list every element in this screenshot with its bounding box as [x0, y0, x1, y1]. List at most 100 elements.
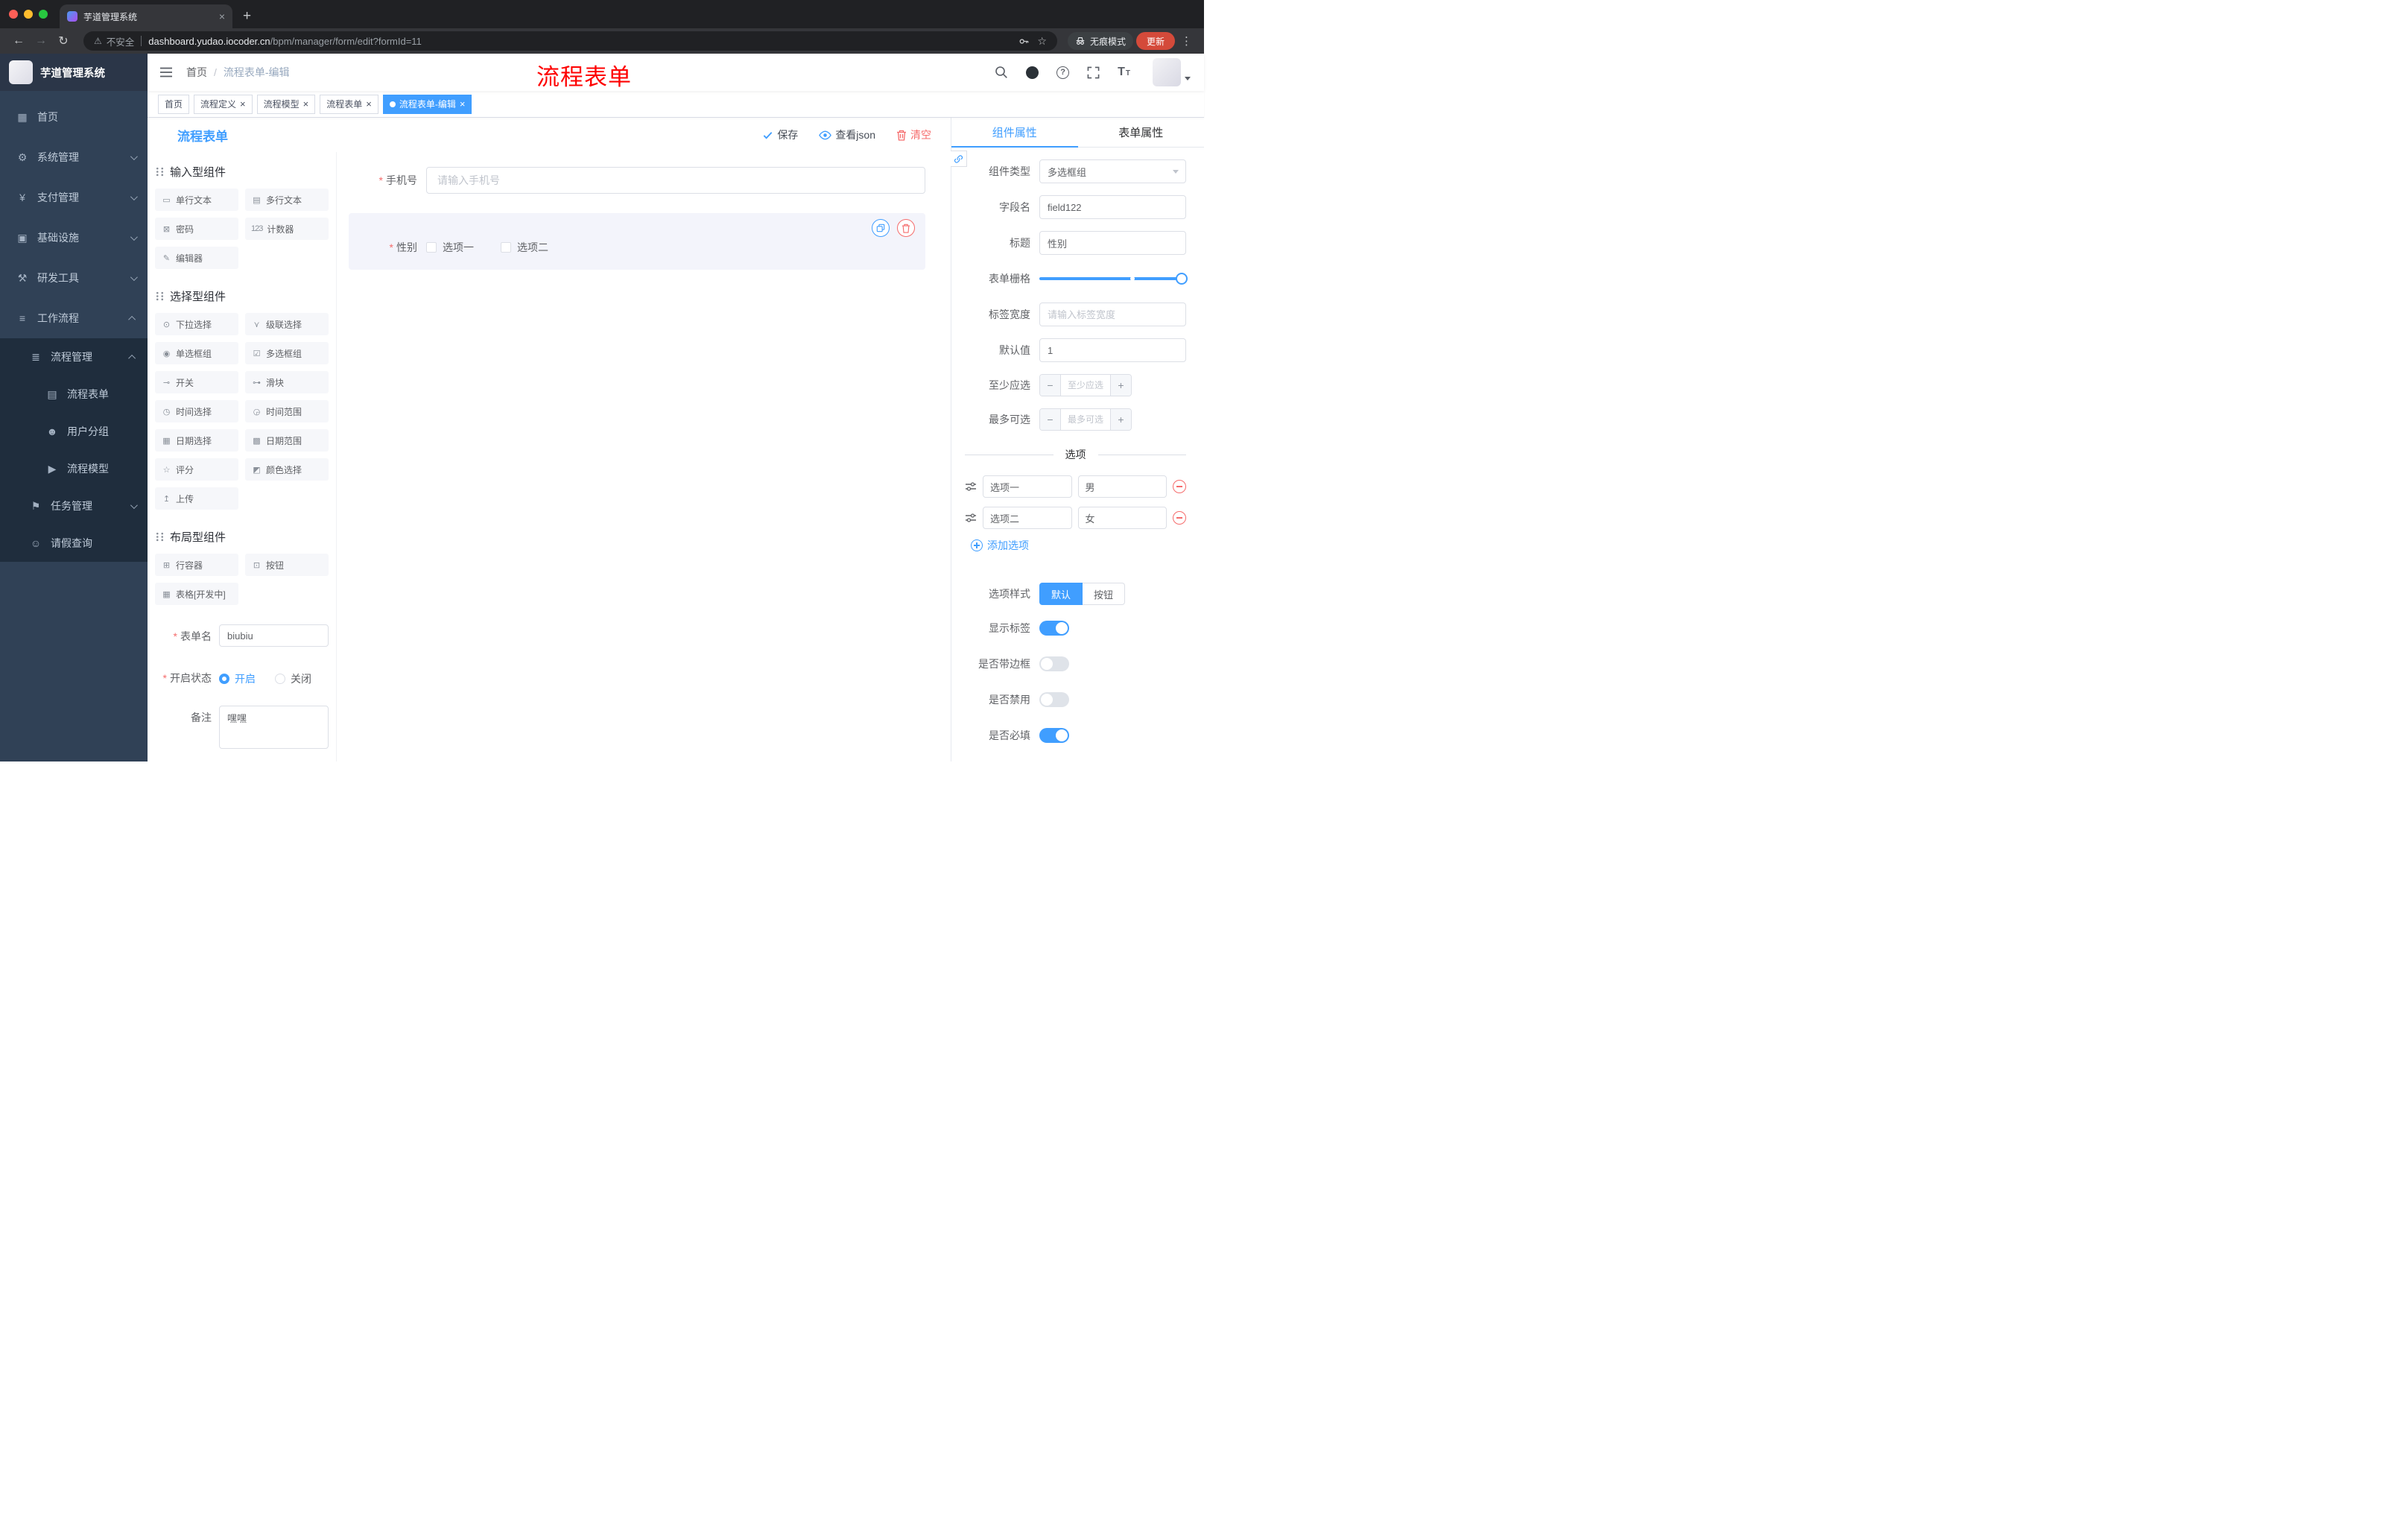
- label-width-input[interactable]: [1039, 303, 1186, 326]
- sidebar-item-home[interactable]: ▦ 首页: [0, 97, 148, 137]
- tab-component-props[interactable]: 组件属性: [951, 118, 1078, 148]
- component-item-editor[interactable]: ✎ 编辑器: [155, 247, 238, 269]
- component-item-password[interactable]: ⊠ 密码: [155, 218, 238, 240]
- phone-field-row[interactable]: 手机号: [349, 167, 925, 194]
- window-close-button[interactable]: [9, 10, 18, 19]
- component-item-row-container[interactable]: ⊞ 行容器: [155, 554, 238, 576]
- component-item-upload[interactable]: ↥ 上传: [155, 487, 238, 510]
- component-item-single-line-text[interactable]: ▭ 单行文本: [155, 189, 238, 211]
- browser-tab[interactable]: 芋道管理系统 ×: [60, 4, 232, 28]
- tag-process-model[interactable]: 流程模型: [256, 94, 316, 114]
- save-button[interactable]: 保存: [762, 127, 798, 142]
- drag-handle-icon[interactable]: [965, 481, 977, 492]
- tab-close-icon[interactable]: ×: [219, 10, 225, 22]
- status-radio-open[interactable]: 开启: [219, 671, 256, 686]
- back-button[interactable]: ←: [9, 34, 28, 48]
- remove-option-button[interactable]: [1173, 480, 1186, 493]
- clear-button[interactable]: 清空: [896, 127, 931, 142]
- view-json-button[interactable]: 查看json: [819, 127, 875, 142]
- default-value-input[interactable]: [1039, 338, 1186, 362]
- font-size-icon[interactable]: [1118, 66, 1130, 79]
- fullscreen-icon[interactable]: [1087, 66, 1100, 79]
- sidebar-item-process-management[interactable]: ≣ 流程管理: [0, 338, 148, 376]
- component-type-select[interactable]: [1039, 159, 1186, 183]
- component-item-multi-line-text[interactable]: ▤ 多行文本: [245, 189, 329, 211]
- password-key-icon[interactable]: [1018, 36, 1030, 47]
- form-grid-slider[interactable]: [1039, 267, 1188, 291]
- search-icon[interactable]: [995, 66, 1008, 79]
- browser-menu-icon[interactable]: ⋮: [1178, 34, 1195, 48]
- option-label-input[interactable]: [983, 475, 1072, 498]
- gender-option-2-checkbox[interactable]: 选项二: [501, 240, 548, 255]
- copy-component-button[interactable]: [872, 219, 890, 237]
- phone-input[interactable]: [426, 167, 925, 194]
- sidebar-item-process-model[interactable]: ▶ 流程模型: [0, 450, 148, 487]
- component-item-time-picker[interactable]: ◷ 时间选择: [155, 400, 238, 422]
- tag-home[interactable]: 首页: [158, 94, 190, 114]
- component-item-rate[interactable]: ☆ 评分: [155, 458, 238, 481]
- decrease-button[interactable]: [1040, 375, 1061, 396]
- field-name-input[interactable]: [1039, 195, 1186, 219]
- delete-component-button[interactable]: [897, 219, 915, 237]
- style-default-button[interactable]: 默认: [1039, 583, 1083, 605]
- form-remark-textarea[interactable]: 嘿嘿: [219, 706, 329, 749]
- component-item-checkbox-group[interactable]: ☑ 多选框组: [245, 342, 329, 364]
- close-icon[interactable]: [240, 98, 246, 110]
- external-link-button[interactable]: [951, 151, 967, 167]
- forward-button[interactable]: →: [31, 34, 51, 48]
- component-item-date-range[interactable]: ▩ 日期范围: [245, 429, 329, 452]
- component-item-slider[interactable]: ⊶ 滑块: [245, 371, 329, 393]
- window-minimize-button[interactable]: [24, 10, 33, 19]
- component-item-radio-group[interactable]: ◉ 单选框组: [155, 342, 238, 364]
- style-button-button[interactable]: 按钮: [1083, 583, 1126, 605]
- close-icon[interactable]: [460, 98, 466, 110]
- option-value-input[interactable]: [1077, 475, 1167, 498]
- max-select-input[interactable]: [1061, 409, 1110, 430]
- reload-button[interactable]: ↻: [54, 34, 73, 48]
- breadcrumb-home[interactable]: 首页: [186, 65, 207, 80]
- component-item-date-picker[interactable]: ▦ 日期选择: [155, 429, 238, 452]
- status-radio-closed[interactable]: 关闭: [275, 671, 311, 686]
- sidebar-item-workflow[interactable]: ≡ 工作流程: [0, 298, 148, 338]
- component-item-switch[interactable]: ⊸ 开关: [155, 371, 238, 393]
- sidebar-item-infrastructure[interactable]: ▣ 基础设施: [0, 218, 148, 258]
- gender-field-row-selected[interactable]: 性别 选项一 选项二: [349, 213, 925, 270]
- close-icon[interactable]: [303, 98, 309, 110]
- sidebar-item-user-group[interactable]: ☻ 用户分组: [0, 413, 148, 450]
- window-zoom-button[interactable]: [39, 10, 48, 19]
- component-item-counter[interactable]: 123 计数器: [245, 218, 329, 240]
- sidebar-logo[interactable]: 芋道管理系统: [0, 54, 148, 91]
- gender-option-1-checkbox[interactable]: 选项一: [426, 240, 474, 255]
- close-icon[interactable]: [366, 98, 372, 110]
- sidebar-item-payment[interactable]: ¥ 支付管理: [0, 177, 148, 218]
- required-switch[interactable]: [1039, 728, 1069, 743]
- option-value-input[interactable]: [1077, 507, 1167, 529]
- component-item-color-picker[interactable]: ◩ 颜色选择: [245, 458, 329, 481]
- component-item-cascader[interactable]: ⋎ 级联选择: [245, 313, 329, 335]
- browser-update-button[interactable]: 更新: [1135, 32, 1175, 50]
- sidebar-item-process-form[interactable]: ▤ 流程表单: [0, 376, 148, 413]
- decrease-button[interactable]: [1040, 409, 1061, 430]
- increase-button[interactable]: [1110, 409, 1131, 430]
- sidebar-item-devtools[interactable]: ⚒ 研发工具: [0, 258, 148, 298]
- user-menu[interactable]: [1153, 58, 1191, 86]
- increase-button[interactable]: [1110, 375, 1131, 396]
- min-select-input[interactable]: [1061, 375, 1110, 396]
- border-switch[interactable]: [1039, 656, 1069, 671]
- drag-handle-icon[interactable]: [965, 513, 977, 523]
- form-name-input[interactable]: [219, 624, 329, 647]
- component-item-button[interactable]: ⊡ 按钮: [245, 554, 329, 576]
- slider-handle[interactable]: [1176, 273, 1188, 285]
- component-item-table[interactable]: ▦ 表格[开发中]: [155, 583, 238, 605]
- tag-process-form[interactable]: 流程表单: [320, 94, 378, 114]
- sidebar-item-system[interactable]: ⚙ 系统管理: [0, 137, 148, 177]
- hamburger-button[interactable]: [159, 66, 173, 78]
- url-bar[interactable]: ⚠ 不安全 dashboard.yudao.iocoder.cn /bpm/ma…: [83, 31, 1057, 51]
- add-option-button[interactable]: 添加选项: [971, 538, 1186, 553]
- bookmark-star-icon[interactable]: ☆: [1037, 35, 1047, 48]
- component-item-time-range[interactable]: ◶ 时间范围: [245, 400, 329, 422]
- new-tab-button[interactable]: +: [243, 4, 251, 28]
- help-icon[interactable]: [1056, 66, 1070, 79]
- disabled-switch[interactable]: [1039, 692, 1069, 707]
- tab-form-props[interactable]: 表单属性: [1078, 118, 1205, 147]
